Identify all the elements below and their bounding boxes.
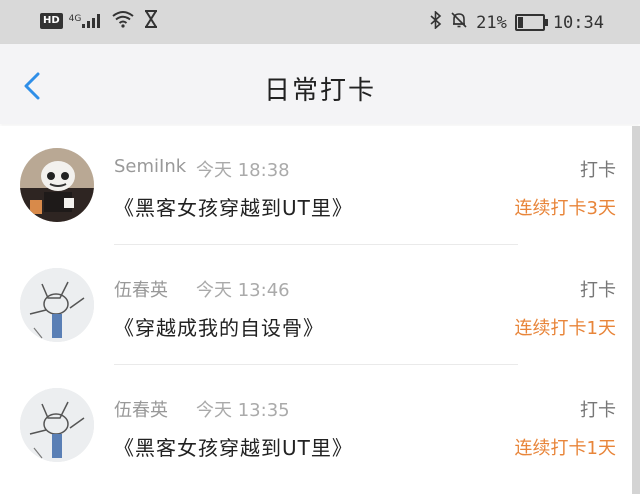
battery-icon xyxy=(514,14,548,31)
streak-count: 连续打卡3天 xyxy=(514,198,616,219)
avatar[interactable] xyxy=(20,268,94,342)
list-item[interactable]: 伍春英 今天 13:46 打卡 《穿越成我的自设骨》 连续打卡1天 xyxy=(0,246,632,366)
hourglass-icon xyxy=(143,10,159,32)
user-name[interactable]: SemiInk xyxy=(114,156,186,177)
status-right: 21% 10:34 xyxy=(430,10,604,34)
checkin-list: SemiInk 今天 18:38 打卡 《黑客女孩穿越到UT里》 连续打卡3天 … xyxy=(0,126,632,494)
bluetooth-icon xyxy=(430,10,442,34)
list-item[interactable]: 伍春英 今天 13:35 打卡 《黑客女孩穿越到UT里》 连续打卡1天 xyxy=(0,366,632,486)
avatar-skeleton-image xyxy=(20,148,94,222)
status-left: HD 4G xyxy=(40,10,159,32)
avatar[interactable] xyxy=(20,388,94,462)
app-header: 日常打卡 xyxy=(0,44,640,124)
avatar-sketch-image xyxy=(20,268,94,342)
divider xyxy=(114,364,518,365)
checkin-type-label: 打卡 xyxy=(580,400,616,421)
book-title[interactable]: 《黑客女孩穿越到UT里》 xyxy=(114,432,353,461)
user-name[interactable]: 伍春英 xyxy=(114,276,168,302)
checkin-type-label: 打卡 xyxy=(580,160,616,181)
book-title[interactable]: 《穿越成我的自设骨》 xyxy=(114,312,324,341)
signal-icon: 4G xyxy=(68,13,104,29)
page-title: 日常打卡 xyxy=(263,76,376,106)
hd-badge: HD xyxy=(40,13,63,29)
streak-count: 连续打卡1天 xyxy=(514,438,616,459)
post-time: 今天 13:35 xyxy=(196,400,290,421)
mute-bell-icon xyxy=(450,11,468,34)
avatar-sketch-image xyxy=(20,388,94,462)
network-type: 4G xyxy=(68,14,82,24)
avatar[interactable] xyxy=(20,148,94,222)
post-time: 今天 13:46 xyxy=(196,280,290,301)
phone-screen: HD 4G 21% 10:34 日常打卡 SemiInk 今天 18:38 打卡… xyxy=(0,0,640,494)
user-name[interactable]: 伍春英 xyxy=(114,396,168,422)
post-time: 今天 18:38 xyxy=(196,160,290,181)
checkin-type-label: 打卡 xyxy=(580,280,616,301)
battery-percent: 21% xyxy=(476,12,507,33)
scrollbar[interactable] xyxy=(632,126,640,494)
battery-fill xyxy=(517,17,524,28)
status-bar: HD 4G 21% 10:34 xyxy=(0,0,640,44)
streak-count: 连续打卡1天 xyxy=(514,318,616,339)
divider xyxy=(114,244,518,245)
clock: 10:34 xyxy=(552,12,604,33)
wifi-icon xyxy=(111,10,135,32)
list-item[interactable]: SemiInk 今天 18:38 打卡 《黑客女孩穿越到UT里》 连续打卡3天 xyxy=(0,126,632,246)
book-title[interactable]: 《黑客女孩穿越到UT里》 xyxy=(114,192,353,221)
